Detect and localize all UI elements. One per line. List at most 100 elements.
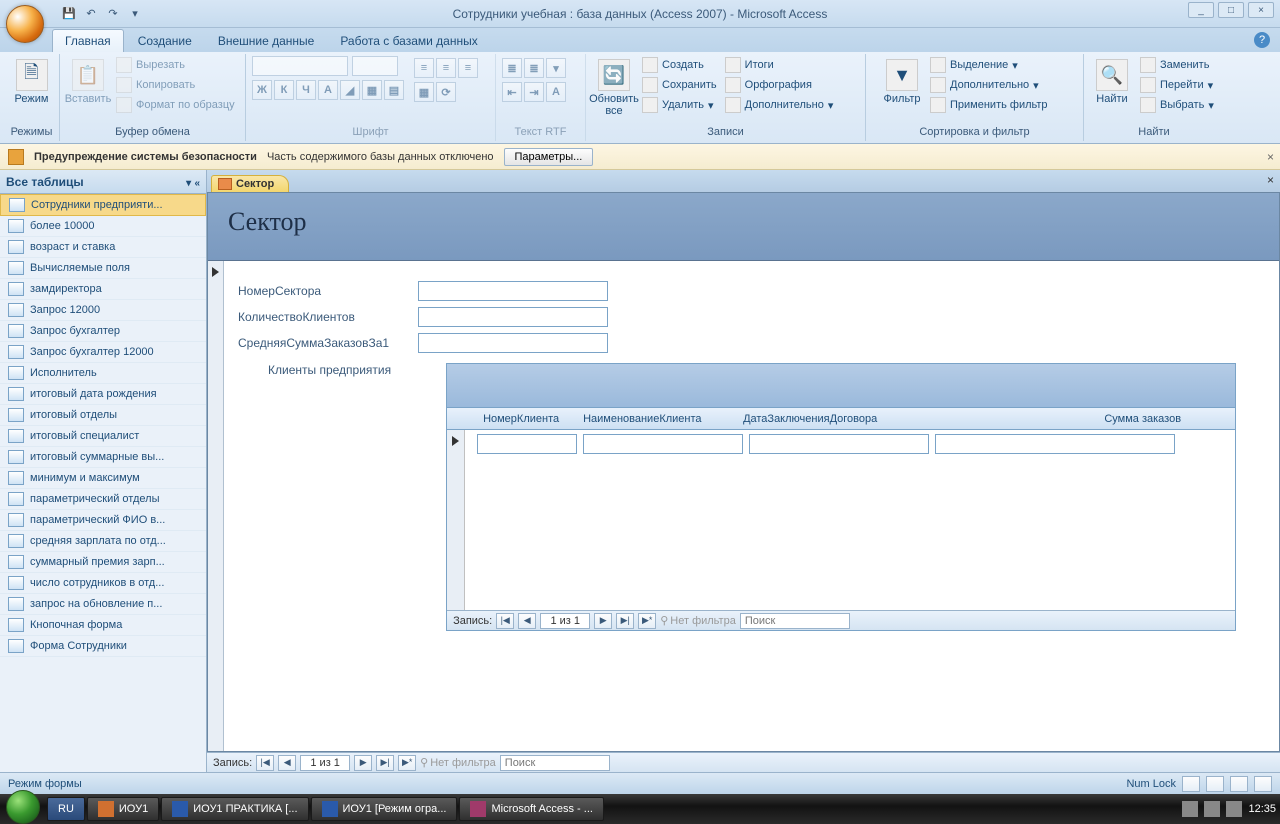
doctab-sector[interactable]: Сектор — [211, 175, 289, 192]
totals-button[interactable]: Итоги — [723, 56, 836, 74]
col-summa[interactable]: Сумма заказов — [927, 413, 1187, 425]
view-button[interactable]: 🗎Режим — [10, 56, 53, 108]
find-button[interactable]: 🔍Найти — [1090, 56, 1134, 108]
italic-button[interactable]: К — [274, 80, 294, 100]
view-layout-button[interactable] — [1230, 776, 1248, 792]
col-datadogovora[interactable]: ДатаЗаключенияДоговора — [737, 413, 927, 425]
refresh-all-button[interactable]: 🔄Обновить все — [592, 56, 636, 120]
goto-button[interactable]: Перейти▾ — [1138, 76, 1216, 94]
view-design-button[interactable] — [1254, 776, 1272, 792]
font-color-button[interactable]: A — [318, 80, 338, 100]
numbering-button[interactable]: ≣ — [524, 58, 544, 78]
altrow-button[interactable]: ▤ — [384, 80, 404, 100]
nav-item[interactable]: более 10000 — [0, 216, 206, 237]
taskbar-btn-3[interactable]: ИОУ1 [Режим огра... — [311, 797, 458, 821]
tray-icon[interactable] — [1182, 801, 1198, 817]
new-record-nav-button[interactable]: ▶* — [398, 755, 416, 771]
save-record-button[interactable]: Сохранить — [640, 76, 719, 94]
font-family-select[interactable] — [252, 56, 348, 76]
sub-last-button[interactable]: ▶| — [616, 613, 634, 629]
more-records-button[interactable]: Дополнительно▾ — [723, 96, 836, 114]
copy-button[interactable]: Копировать — [114, 76, 237, 94]
redo-icon[interactable]: ↷ — [104, 5, 122, 23]
record-selector[interactable] — [208, 261, 224, 751]
last-button[interactable]: ▶| — [376, 755, 394, 771]
cell-naimenovanie[interactable] — [583, 434, 743, 454]
sub-record-pos[interactable]: 1 из 1 — [540, 613, 590, 629]
nav-item[interactable]: замдиректора — [0, 279, 206, 300]
fill-color-button[interactable]: ◢ — [340, 80, 360, 100]
toggle-filter-button[interactable]: Применить фильтр — [928, 96, 1050, 114]
nav-item[interactable]: Сотрудники предприяти... — [0, 194, 206, 216]
nav-item[interactable]: Вычисляемые поля — [0, 258, 206, 279]
sub-first-button[interactable]: |◀ — [496, 613, 514, 629]
qat-more-icon[interactable]: ▾ — [126, 5, 144, 23]
cell-data[interactable] — [749, 434, 929, 454]
sub-next-button[interactable]: ▶ — [594, 613, 612, 629]
sub-new-button[interactable]: ▶* — [638, 613, 656, 629]
doctab-close-icon[interactable]: × — [1267, 173, 1274, 187]
format-painter-button[interactable]: Формат по образцу — [114, 96, 237, 114]
indent-dec-button[interactable]: ⇤ — [502, 82, 522, 102]
align-left-button[interactable]: ≡ — [414, 58, 434, 78]
lang-button[interactable]: RU — [47, 797, 85, 821]
align-center-button[interactable]: ≡ — [436, 58, 456, 78]
nav-header[interactable]: Все таблицы ▾ « — [0, 170, 206, 194]
maximize-button[interactable]: □ — [1218, 2, 1244, 18]
rtf-color[interactable]: A — [546, 82, 566, 102]
help-icon[interactable]: ? — [1254, 32, 1270, 48]
security-close-icon[interactable]: × — [1267, 150, 1274, 164]
minimize-button[interactable]: _ — [1188, 2, 1214, 18]
security-options-button[interactable]: Параметры... — [504, 148, 594, 166]
input-kolklientov[interactable] — [418, 307, 608, 327]
nav-item[interactable]: Исполнитель — [0, 363, 206, 384]
nav-collapse-icon[interactable]: « — [194, 178, 200, 189]
nav-item[interactable]: итоговый суммарные вы... — [0, 447, 206, 468]
advanced-filter-button[interactable]: Дополнительно▾ — [928, 76, 1050, 94]
nav-item[interactable]: параметрический ФИО в... — [0, 510, 206, 531]
grid-toggle[interactable]: ▦ — [414, 82, 434, 102]
taskbar-btn-4[interactable]: Microsoft Access - ... — [459, 797, 603, 821]
clock[interactable]: 12:35 — [1248, 803, 1276, 815]
office-button[interactable] — [6, 5, 44, 43]
indent-inc-button[interactable]: ⇥ — [524, 82, 544, 102]
save-icon[interactable]: 💾 — [60, 5, 78, 23]
bold-button[interactable]: Ж — [252, 80, 272, 100]
nav-item[interactable]: Форма Сотрудники — [0, 636, 206, 657]
spelling-button[interactable]: Орфография — [723, 76, 836, 94]
cut-button[interactable]: Вырезать — [114, 56, 237, 74]
sub-search-input[interactable]: Поиск — [740, 613, 850, 629]
nav-item[interactable]: Запрос бухгалтер 12000 — [0, 342, 206, 363]
sub-prev-button[interactable]: ◀ — [518, 613, 536, 629]
nav-item[interactable]: Кнопочная форма — [0, 615, 206, 636]
col-nomerklienta[interactable]: НомерКлиента — [477, 413, 577, 425]
nav-dropdown-icon[interactable]: ▾ — [186, 178, 191, 189]
record-pos[interactable]: 1 из 1 — [300, 755, 350, 771]
tab-external[interactable]: Внешние данные — [206, 30, 327, 52]
tab-dbtools[interactable]: Работа с базами данных — [328, 30, 489, 52]
input-summa[interactable] — [418, 333, 608, 353]
nav-item[interactable]: итоговый отделы — [0, 405, 206, 426]
replace-button[interactable]: Заменить — [1138, 56, 1216, 74]
filter-button[interactable]: ▼Фильтр — [880, 56, 924, 108]
font-size-select[interactable] — [352, 56, 398, 76]
nav-item[interactable]: минимум и максимум — [0, 468, 206, 489]
nav-item[interactable]: Запрос бухгалтер — [0, 321, 206, 342]
selection-filter-button[interactable]: Выделение▾ — [928, 56, 1050, 74]
col-naimenovanie[interactable]: НаименованиеКлиента — [577, 413, 737, 425]
nav-item[interactable]: запрос на обновление п... — [0, 594, 206, 615]
nav-item[interactable]: средняя зарплата по отд... — [0, 531, 206, 552]
search-input[interactable]: Поиск — [500, 755, 610, 771]
cell-summa[interactable] — [935, 434, 1175, 454]
view-datasheet-button[interactable] — [1206, 776, 1224, 792]
bullets-button[interactable]: ≣ — [502, 58, 522, 78]
prev-button[interactable]: ◀ — [278, 755, 296, 771]
tray-icon[interactable] — [1204, 801, 1220, 817]
rtf-more[interactable]: ▾ — [546, 58, 566, 78]
delete-record-button[interactable]: Удалить▾ — [640, 96, 719, 114]
undo-icon[interactable]: ↶ — [82, 5, 100, 23]
cell-nomerklienta[interactable] — [477, 434, 577, 454]
start-button[interactable] — [6, 790, 40, 824]
first-button[interactable]: |◀ — [256, 755, 274, 771]
nav-item[interactable]: итоговый дата рождения — [0, 384, 206, 405]
